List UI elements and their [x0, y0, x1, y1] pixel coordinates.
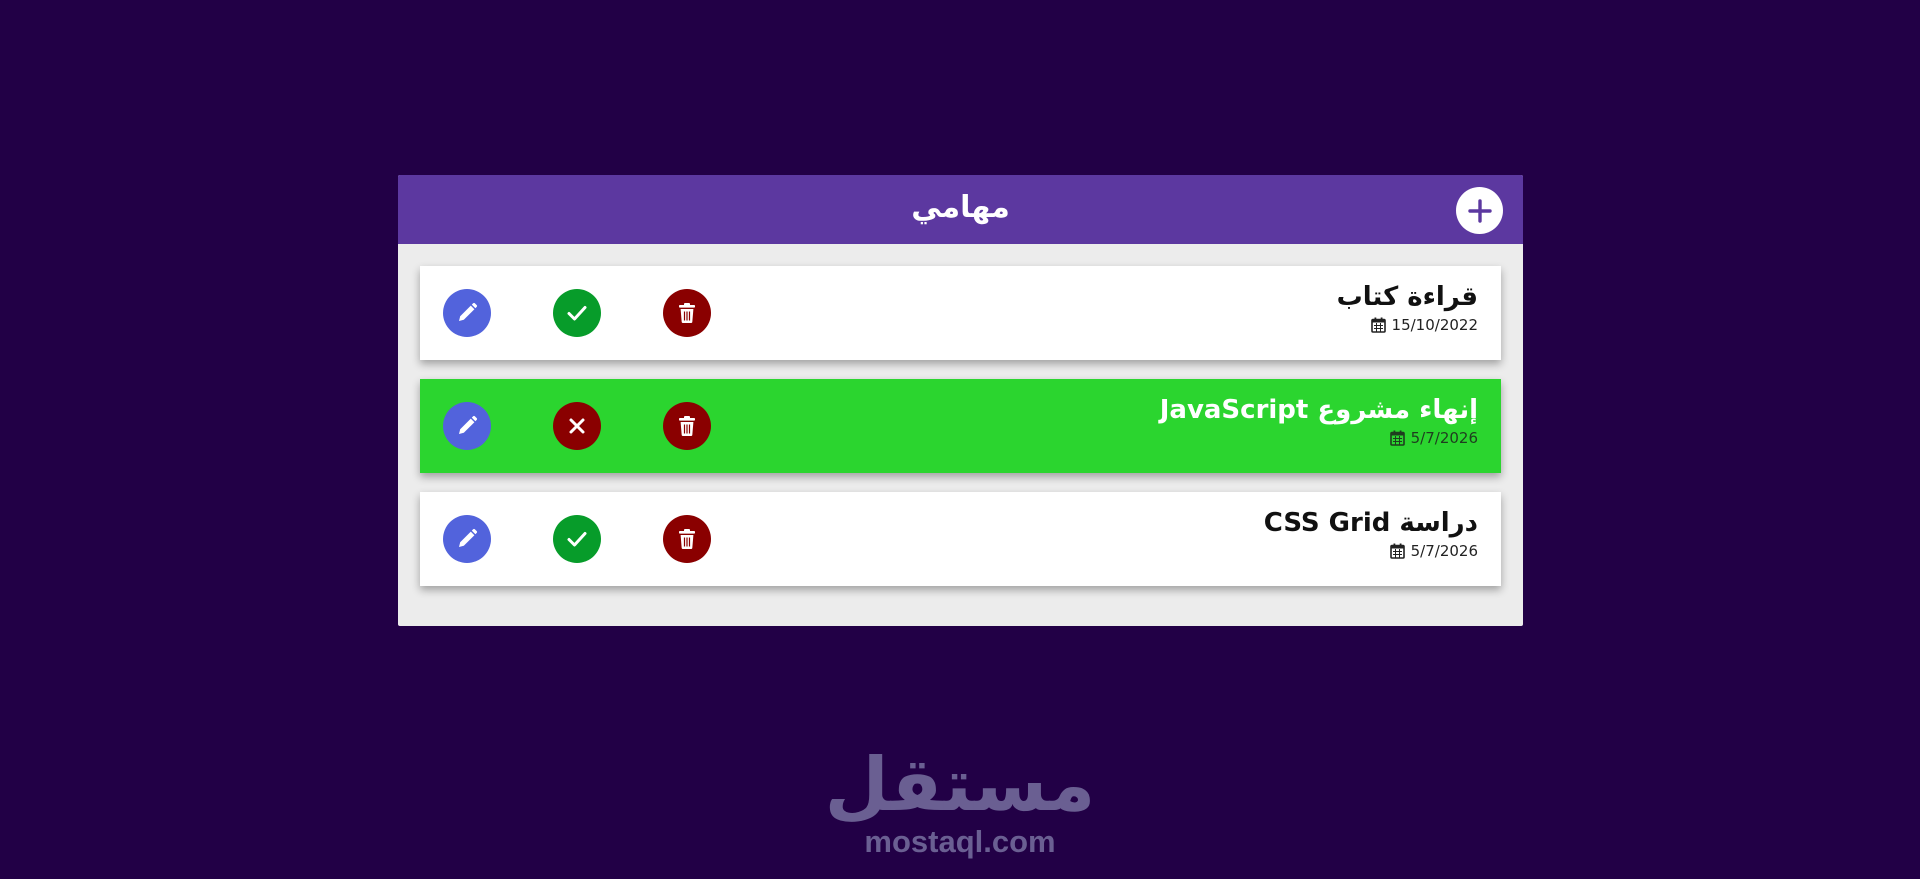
mostaql-watermark: مستقل mostaql.com	[0, 745, 1920, 859]
check-icon	[567, 532, 587, 547]
task-item: دراسة CSS Grid 5/7/2026	[420, 492, 1501, 586]
pencil-icon	[459, 528, 478, 547]
edit-button[interactable]	[443, 402, 491, 450]
task-text: إنهاء مشروع JavaScript 5/7/2026	[1160, 393, 1478, 447]
task-date-value: 5/7/2026	[1410, 429, 1478, 447]
tasks-panel: مهامي قراءة كتاب 15/10/2022 إنهاء مشروع …	[398, 175, 1523, 626]
pencil-icon	[459, 415, 478, 434]
complete-button[interactable]	[553, 515, 601, 563]
trash-icon	[679, 303, 695, 323]
delete-button[interactable]	[663, 289, 711, 337]
plus-icon	[1467, 198, 1492, 223]
pencil-icon	[459, 302, 478, 321]
task-text: قراءة كتاب 15/10/2022	[1337, 280, 1478, 334]
page-title: مهامي	[911, 190, 1010, 225]
task-date: 15/10/2022	[1337, 316, 1478, 334]
calendar-icon	[1370, 317, 1386, 333]
add-task-button[interactable]	[1456, 187, 1503, 234]
complete-button[interactable]	[553, 289, 601, 337]
edit-button[interactable]	[443, 515, 491, 563]
check-icon	[567, 306, 587, 321]
task-list: قراءة كتاب 15/10/2022 إنهاء مشروع JavaSc…	[420, 266, 1501, 605]
calendar-icon	[1389, 543, 1405, 559]
task-date-value: 5/7/2026	[1410, 542, 1478, 560]
close-icon	[569, 418, 585, 434]
edit-button[interactable]	[443, 289, 491, 337]
watermark-logo: مستقل	[824, 742, 1096, 828]
task-title: قراءة كتاب	[1336, 282, 1478, 312]
panel-header: مهامي	[398, 175, 1523, 244]
delete-button[interactable]	[663, 515, 711, 563]
task-text: دراسة CSS Grid 5/7/2026	[1264, 506, 1478, 560]
task-title: إنهاء مشروع JavaScript	[1159, 395, 1478, 425]
task-date: 5/7/2026	[1160, 429, 1478, 447]
delete-button[interactable]	[663, 402, 711, 450]
task-item: قراءة كتاب 15/10/2022	[420, 266, 1501, 360]
uncomplete-button[interactable]	[553, 402, 601, 450]
task-item: إنهاء مشروع JavaScript 5/7/2026	[420, 379, 1501, 473]
task-date-value: 15/10/2022	[1391, 316, 1478, 334]
task-title: دراسة CSS Grid	[1263, 508, 1478, 538]
trash-icon	[679, 416, 695, 436]
watermark-url: mostaql.com	[864, 824, 1056, 859]
calendar-icon	[1389, 430, 1405, 446]
task-date: 5/7/2026	[1264, 542, 1478, 560]
trash-icon	[679, 529, 695, 549]
